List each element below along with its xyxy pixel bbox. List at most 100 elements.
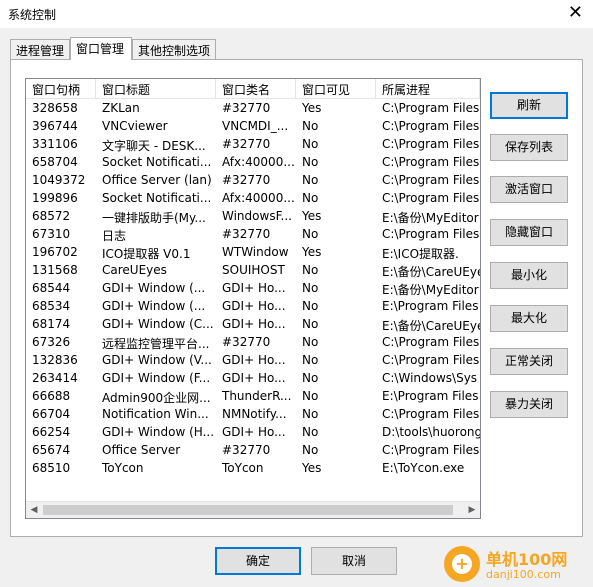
cell-handle: 66704 — [32, 407, 71, 421]
cell-handle: 68572 — [32, 209, 71, 223]
cell-class: #32770 — [222, 443, 271, 457]
cell-visible: No — [302, 317, 319, 331]
scroll-thumb[interactable] — [43, 505, 453, 515]
cell-class: #32770 — [222, 173, 271, 187]
cell-title: GDI+ Window (F... — [102, 371, 211, 385]
normal-close-button[interactable]: 正常关闭 — [490, 348, 568, 375]
cell-visible: No — [302, 119, 319, 133]
scroll-left-icon[interactable]: ◀ — [26, 503, 42, 518]
minimize-button[interactable]: 最小化 — [490, 262, 568, 289]
ok-button[interactable]: 确定 — [215, 547, 301, 575]
cell-class: ThunderR... — [222, 389, 292, 403]
cell-class: #32770 — [222, 227, 271, 241]
table-row[interactable]: 66254 GDI+ Window (H... GDI+ Ho... No D:\too… — [26, 424, 480, 442]
table-row[interactable]: 263414 GDI+ Window (F... GDI+ Ho... No C:\Wi… — [26, 370, 480, 388]
cell-handle: 131568 — [32, 263, 78, 277]
column-header-process[interactable]: 所属进程 — [376, 79, 480, 99]
cell-class: SOUIHOST — [222, 263, 285, 277]
tab-other-options[interactable]: 其他控制选项 — [132, 39, 216, 59]
table-row[interactable]: 132836 GDI+ Window (V... GDI+ Ho... No C:\Pr… — [26, 352, 480, 370]
cell-handle: 68534 — [32, 299, 71, 313]
cell-class: #32770 — [222, 101, 271, 115]
table-row[interactable]: 196702 ICO提取器 V0.1 WTWindow Yes E:\ICO提取器. — [26, 244, 480, 262]
cell-handle: 67310 — [32, 227, 71, 241]
window-title: 系统控制 — [8, 8, 57, 22]
cell-visible: No — [302, 137, 319, 151]
column-header-visible[interactable]: 窗口可见 — [296, 79, 376, 99]
title-bar: 系统控制 ✕ — [0, 0, 593, 28]
cell-visible: No — [302, 263, 319, 277]
close-icon[interactable]: ✕ — [568, 3, 583, 23]
table-row[interactable]: 66688 Admin900企业网... ThunderR... No E:\Progr… — [26, 388, 480, 406]
cell-handle: 68174 — [32, 317, 71, 331]
cell-title: ToYcon — [102, 461, 144, 475]
tab-process-management[interactable]: 进程管理 — [10, 39, 70, 59]
table-row[interactable]: 65674 Office Server #32770 No C:\Program Fil… — [26, 442, 480, 460]
column-header-title[interactable]: 窗口标题 — [96, 79, 216, 99]
table-row[interactable]: 68510 ToYcon ToYcon Yes E:\ToYcon.exe — [26, 460, 480, 478]
table-row[interactable]: 66704 Notification Win... NMNotify... No C:\… — [26, 406, 480, 424]
cell-class: #32770 — [222, 137, 271, 151]
cell-process: C:\Program Files — [382, 101, 480, 115]
cell-title: GDI+ Window (C... — [102, 317, 214, 331]
scroll-right-icon[interactable]: ▶ — [464, 503, 480, 518]
cell-process: C:\Program Files — [382, 353, 480, 367]
watermark-name: 单机100网 — [486, 550, 568, 569]
table-row[interactable]: 396744 VNCviewer VNCMDI_... No C:\Program Fi… — [26, 118, 480, 136]
table-row[interactable]: 1049372 Office Server (lan) #32770 No C:\Pro… — [26, 172, 480, 190]
cell-handle: 199896 — [32, 191, 78, 205]
column-header-handle[interactable]: 窗口句柄 — [26, 79, 96, 99]
table-row[interactable]: 68534 GDI+ Window (... GDI+ Ho... No E:\Prog… — [26, 298, 480, 316]
refresh-button[interactable]: 刷新 — [490, 92, 568, 119]
cell-title: 一键排版助手(My... — [102, 211, 206, 225]
cell-handle: 67326 — [32, 335, 71, 349]
cell-process: E:\Program Files — [382, 299, 479, 313]
tab-window-management[interactable]: 窗口管理 — [70, 37, 132, 60]
table-row[interactable]: 331106 文字聊天 - DESK... #32770 No C:\Program F… — [26, 136, 480, 154]
cell-class: Afx:40000... — [222, 155, 295, 169]
cell-handle: 396744 — [32, 119, 78, 133]
window-list[interactable]: 窗口句柄 窗口标题 窗口类名 窗口可见 所属进程 328658 ZKLan #327… — [25, 78, 481, 519]
cell-title: ICO提取器 V0.1 — [102, 247, 191, 261]
save-list-button[interactable]: 保存列表 — [490, 134, 568, 161]
force-close-button[interactable]: 暴力关闭 — [490, 391, 568, 418]
cell-process: C:\Program Files — [382, 119, 480, 133]
cell-handle: 196702 — [32, 245, 78, 259]
hide-window-button[interactable]: 隐藏窗口 — [490, 219, 568, 246]
table-row[interactable]: 199896 Socket Notificati... Afx:40000... No… — [26, 190, 480, 208]
cell-handle: 68510 — [32, 461, 71, 475]
cell-handle: 263414 — [32, 371, 78, 385]
cell-handle: 66254 — [32, 425, 71, 439]
cell-handle: 1049372 — [32, 173, 86, 187]
cell-class: #32770 — [222, 335, 271, 349]
cell-title: Socket Notificati... — [102, 155, 212, 169]
activate-window-button[interactable]: 激活窗口 — [490, 176, 568, 203]
cell-process: E:\ToYcon.exe — [382, 461, 465, 475]
table-row[interactable]: 131568 CareUEyes SOUIHOST No E:\备份\CareUEye — [26, 262, 480, 280]
table-row[interactable]: 68572 一键排版助手(My... WindowsF... Yes E:\备份\MyE… — [26, 208, 480, 226]
cell-process: C:\Program Files — [382, 191, 480, 205]
cell-class: NMNotify... — [222, 407, 287, 421]
column-header-class[interactable]: 窗口类名 — [216, 79, 296, 99]
cell-class: ToYcon — [222, 461, 264, 475]
cell-title: Office Server — [102, 443, 181, 457]
watermark-logo-icon: + — [444, 546, 480, 582]
cell-title: 日志 — [102, 229, 127, 243]
table-row[interactable]: 68174 GDI+ Window (C... GDI+ Ho... No E:\备份\… — [26, 316, 480, 334]
cell-process: E:\备份\CareUEye — [382, 265, 480, 279]
table-row[interactable]: 67326 远程监控管理平台... #32770 No C:\Program Files — [26, 334, 480, 352]
cell-process: E:\备份\CareUEye — [382, 319, 480, 333]
cell-visible: No — [302, 227, 319, 241]
cell-visible: No — [302, 173, 319, 187]
table-row[interactable]: 658704 Socket Notificati... Afx:40000... No… — [26, 154, 480, 172]
table-row[interactable]: 328658 ZKLan #32770 Yes C:\Program Files — [26, 100, 480, 118]
cell-handle: 658704 — [32, 155, 78, 169]
table-row[interactable]: 68544 GDI+ Window (... GDI+ Ho... No E:\备份\M… — [26, 280, 480, 298]
cell-title: CareUEyes — [102, 263, 167, 277]
horizontal-scrollbar[interactable]: ◀ ▶ — [26, 501, 480, 518]
maximize-button[interactable]: 最大化 — [490, 305, 568, 332]
table-row[interactable]: 67310 日志 #32770 No C:\Program Files — [26, 226, 480, 244]
cell-title: 文字聊天 - DESK... — [102, 139, 206, 153]
cancel-button[interactable]: 取消 — [311, 547, 397, 575]
cell-process: C:\Program Files — [382, 407, 480, 421]
